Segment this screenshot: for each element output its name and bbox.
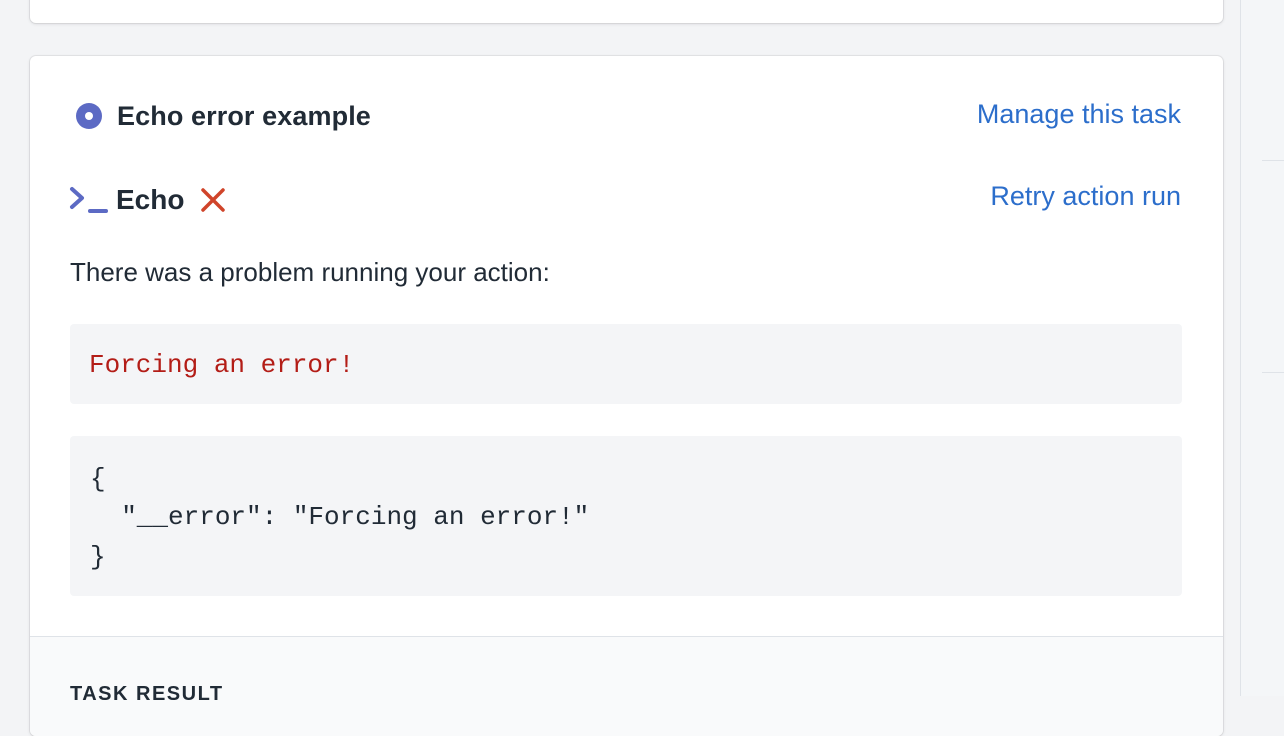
json-close-brace: } bbox=[90, 542, 106, 572]
action-header: Echo bbox=[68, 182, 228, 218]
right-sidebar bbox=[1240, 0, 1284, 696]
task-result-section: TASK RESULT bbox=[30, 636, 1223, 736]
task-result-heading: TASK RESULT bbox=[70, 683, 224, 705]
right-sidebar-divider bbox=[1262, 160, 1284, 161]
task-card: Echo error example Manage this task Echo… bbox=[30, 56, 1223, 736]
task-header: Echo error example bbox=[76, 100, 371, 132]
retry-action-run-link[interactable]: Retry action run bbox=[990, 181, 1181, 212]
json-open-brace: { bbox=[90, 464, 106, 494]
json-error-entry: "__error": "Forcing an error!" bbox=[90, 502, 590, 532]
terminal-prompt-icon bbox=[70, 187, 108, 213]
task-title: Echo error example bbox=[117, 100, 371, 131]
manage-task-link[interactable]: Manage this task bbox=[977, 99, 1181, 130]
task-status-dot-icon bbox=[76, 103, 102, 129]
failed-x-icon bbox=[201, 188, 226, 212]
error-json-box: { "__error": "Forcing an error!" } bbox=[70, 436, 1182, 596]
previous-card bbox=[30, 0, 1223, 23]
error-intro-text: There was a problem running your action: bbox=[70, 257, 550, 287]
error-message-box: Forcing an error! bbox=[70, 324, 1182, 404]
action-title: Echo bbox=[116, 184, 185, 215]
right-sidebar-divider bbox=[1262, 372, 1284, 373]
error-message: Forcing an error! bbox=[89, 350, 355, 380]
